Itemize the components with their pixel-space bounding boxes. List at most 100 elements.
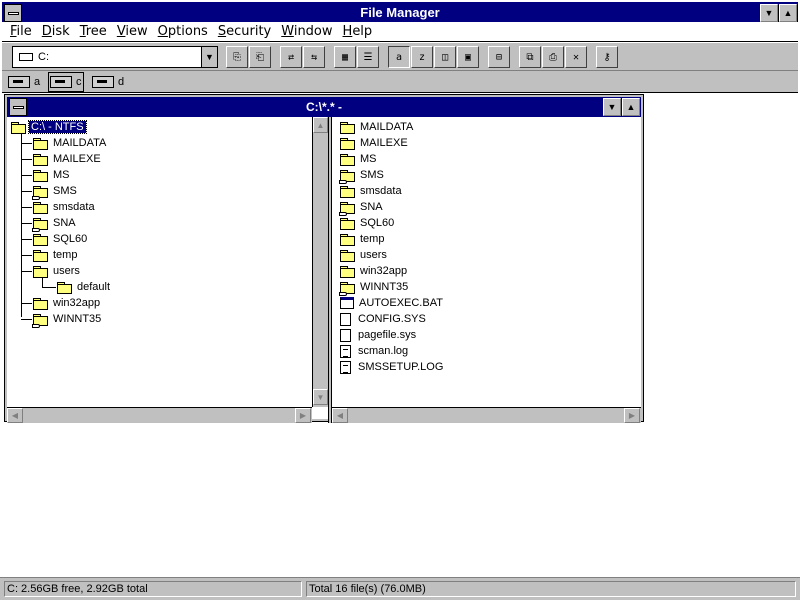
file-icon <box>340 328 351 342</box>
tree-item[interactable]: WINNT35 <box>32 312 103 328</box>
tree-item[interactable]: temp <box>33 248 79 262</box>
maximize-button[interactable]: ▲ <box>779 4 797 22</box>
file-list-item[interactable]: CONFIG.SYS <box>340 312 428 326</box>
file-list-item[interactable]: SMSSETUP.LOG <box>340 360 445 374</box>
file-name: SNA <box>360 201 383 213</box>
file-name: scman.log <box>358 345 409 357</box>
file-list-item[interactable]: MAILEXE <box>340 136 410 150</box>
file-list-item[interactable]: SNA <box>339 200 385 216</box>
child-minimize-button[interactable]: ▼ <box>603 98 621 116</box>
directory-window-title: C:\*.* - <box>306 100 342 114</box>
delete-icon[interactable]: ✕ <box>565 46 587 68</box>
hard-disk-icon <box>19 53 33 61</box>
scroll-right-arrow-icon[interactable]: ▶ <box>624 408 640 423</box>
file-name: pagefile.sys <box>358 329 417 341</box>
files-horizontal-scrollbar[interactable]: ◀ ▶ <box>332 407 641 423</box>
file-list-item[interactable]: pagefile.sys <box>340 328 418 342</box>
tree-item-label: temp <box>53 249 78 261</box>
file-list-item[interactable]: scman.log <box>340 344 410 358</box>
sort-by-type-icon[interactable]: z <box>411 46 433 68</box>
file-name: AUTOEXEC.BAT <box>359 297 443 309</box>
scroll-right-arrow-icon[interactable]: ▶ <box>295 408 311 423</box>
move-icon[interactable]: ⎙ <box>542 46 564 68</box>
file-list-item[interactable]: temp <box>340 232 386 246</box>
permissions-key-icon[interactable]: ⚷ <box>596 46 618 68</box>
file-name: MAILDATA <box>360 121 414 133</box>
copy-icon[interactable]: ⧉ <box>519 46 541 68</box>
tree-item-label: users <box>53 265 80 277</box>
menu-disk[interactable]: Disk <box>42 24 70 39</box>
connect-network-drive-icon[interactable]: ⎘ <box>226 46 248 68</box>
drive-select[interactable]: C: ▼ <box>12 46 218 68</box>
menu-security[interactable]: Security <box>218 24 271 39</box>
shared-folder-icon <box>32 217 48 232</box>
file-list-item[interactable]: WINNT35 <box>339 280 410 296</box>
disconnect-network-drive-icon[interactable]: ⎗ <box>249 46 271 68</box>
child-maximize-button[interactable]: ▲ <box>622 98 640 116</box>
drive-a-label: a <box>34 76 41 88</box>
tree-item-label: SNA <box>53 217 76 229</box>
tree-vertical-scrollbar[interactable]: ▲ ▼ <box>312 117 328 407</box>
scroll-left-arrow-icon[interactable]: ◀ <box>7 408 23 423</box>
stop-sharing-icon[interactable]: ⇆ <box>303 46 325 68</box>
file-list[interactable]: MAILDATA MAILEXE MS SMS smsdata SNA SQL60 temp u… <box>332 117 641 407</box>
scroll-left-arrow-icon[interactable]: ◀ <box>332 408 348 423</box>
file-list-item[interactable]: MS <box>340 152 379 166</box>
minimize-button[interactable]: ▼ <box>760 4 778 22</box>
sort-by-date-icon[interactable]: ▣ <box>457 46 479 68</box>
sort-by-name-icon[interactable]: a <box>388 46 410 68</box>
scroll-up-arrow-icon[interactable]: ▲ <box>313 117 328 133</box>
directory-window[interactable]: C:\*.* - ▼ ▲ C:\ - NTFS MAILDATA MAILEXE M… <box>4 94 644 423</box>
mdi-client-area: C:\*.* - ▼ ▲ C:\ - NTFS MAILDATA MAILEXE M… <box>2 93 798 577</box>
sort-by-size-icon[interactable]: ◫ <box>434 46 456 68</box>
share-as-icon[interactable]: ⇄ <box>280 46 302 68</box>
view-name-only-icon[interactable]: ▦ <box>334 46 356 68</box>
file-list-item[interactable]: MAILDATA <box>340 120 415 134</box>
tree-item[interactable]: win32app <box>33 296 102 310</box>
file-list-item[interactable]: SQL60 <box>340 216 396 230</box>
tree-item-label: WINNT35 <box>53 313 102 325</box>
folder-icon <box>33 297 48 310</box>
system-menu-button[interactable] <box>4 4 22 22</box>
tree-horizontal-scrollbar[interactable]: ◀ ▶ <box>7 407 312 423</box>
drive-bar: a c d <box>2 71 798 93</box>
tree-item[interactable]: smsdata <box>33 200 97 214</box>
tree-item-label: SQL60 <box>53 233 88 245</box>
menu-file[interactable]: File <box>10 24 32 39</box>
dropdown-arrow-icon[interactable]: ▼ <box>201 47 217 67</box>
tree-root[interactable]: C:\ - NTFS <box>11 120 87 134</box>
tree-item[interactable]: MAILDATA <box>33 136 108 150</box>
tree-item[interactable]: SQL60 <box>33 232 89 246</box>
tree-item[interactable]: MS <box>33 168 72 182</box>
new-window-icon[interactable]: ⊟ <box>488 46 510 68</box>
tree-item[interactable]: SMS <box>32 184 79 200</box>
file-icon <box>340 312 351 326</box>
tree-item[interactable]: MAILEXE <box>33 152 103 166</box>
menu-options[interactable]: Options <box>158 24 208 39</box>
cd-rom-icon <box>92 76 114 88</box>
file-list-item[interactable]: smsdata <box>340 184 404 198</box>
directory-tree[interactable]: C:\ - NTFS MAILDATA MAILEXE MS SMS smsdata SN… <box>7 117 312 407</box>
menu-tree[interactable]: Tree <box>80 24 107 39</box>
drive-a[interactable]: a <box>8 74 40 90</box>
view-all-details-icon[interactable]: ☰ <box>357 46 379 68</box>
file-list-item[interactable]: SMS <box>339 168 386 184</box>
menu-window[interactable]: Window <box>281 24 332 39</box>
tree-item-label: win32app <box>53 297 101 309</box>
drive-c[interactable]: c <box>48 72 84 92</box>
menu-help[interactable]: Help <box>343 24 373 39</box>
file-list-item[interactable]: AUTOEXEC.BAT <box>340 296 445 310</box>
scroll-down-arrow-icon[interactable]: ▼ <box>313 389 328 405</box>
tree-item[interactable]: default <box>57 280 112 294</box>
file-list-item[interactable]: users <box>340 248 389 262</box>
tree-item[interactable]: users <box>33 264 82 278</box>
folder-icon <box>340 137 355 150</box>
file-name: MS <box>360 153 377 165</box>
menu-view[interactable]: View <box>117 24 148 39</box>
tree-item[interactable]: SNA <box>32 216 78 232</box>
tree-item-label: MAILDATA <box>53 137 107 149</box>
folder-icon <box>33 201 48 214</box>
shared-folder-icon <box>339 169 355 184</box>
drive-d[interactable]: d <box>92 74 124 90</box>
file-list-item[interactable]: win32app <box>340 264 409 278</box>
